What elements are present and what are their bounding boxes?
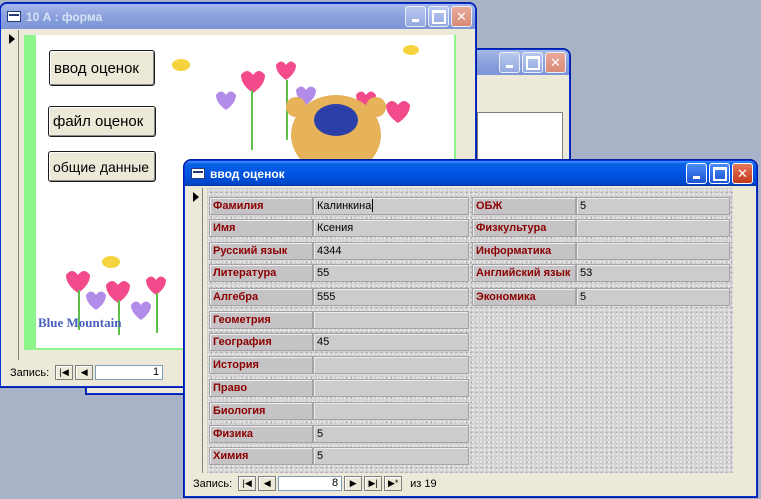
input-literature[interactable]: 55 (313, 264, 469, 282)
maximize-icon[interactable] (428, 6, 449, 27)
new-record-icon[interactable]: ▶* (384, 476, 403, 491)
record-label: Запись: (193, 477, 233, 490)
general-data-button[interactable]: общие данные (48, 151, 156, 182)
label-name: Имя (209, 219, 313, 237)
maximize-icon[interactable] (522, 52, 543, 73)
record-selector[interactable] (189, 188, 203, 473)
input-informatics[interactable] (576, 242, 730, 260)
grades-record-navigator: Запись: |◀ ◀ 8 ▶ ▶| ▶* из 19 (193, 476, 437, 491)
label-russian: Русский язык (209, 242, 313, 260)
form-window-titlebar[interactable]: 10 А : форма ✕ (1, 4, 475, 29)
input-law[interactable] (313, 379, 469, 397)
grades-entry-button[interactable]: ввод оценок (49, 50, 155, 86)
record-label: Запись: (10, 366, 50, 379)
input-history[interactable] (313, 356, 469, 374)
record-count: из 19 (410, 477, 437, 490)
form-icon (7, 11, 21, 22)
input-biology[interactable] (313, 402, 469, 420)
input-economics[interactable]: 5 (576, 288, 730, 306)
input-physics[interactable]: 5 (313, 425, 469, 443)
label-obzh: ОБЖ (472, 197, 576, 215)
label-physics: Физика (209, 425, 313, 443)
label-informatics: Информатика (472, 242, 576, 260)
close-icon[interactable]: ✕ (545, 52, 566, 73)
input-algebra[interactable]: 555 (313, 288, 469, 306)
label-chemistry: Химия (209, 447, 313, 465)
input-obzh[interactable]: 5 (576, 197, 730, 215)
label-pe: Физкультура (472, 219, 576, 237)
input-geography[interactable]: 45 (313, 333, 469, 351)
first-record-icon[interactable]: |◀ (238, 476, 257, 491)
label-geometry: Геометрия (209, 311, 313, 329)
grades-window-title: ввод оценок (210, 166, 285, 181)
next-record-icon[interactable]: ▶ (344, 476, 363, 491)
minimize-icon[interactable] (405, 6, 426, 27)
label-economics: Экономика (472, 288, 576, 306)
label-algebra: Алгебра (209, 288, 313, 306)
label-biology: Биология (209, 402, 313, 420)
prev-record-icon[interactable]: ◀ (258, 476, 277, 491)
minimize-icon[interactable] (686, 163, 707, 184)
label-law: Право (209, 379, 313, 397)
close-icon[interactable]: ✕ (451, 6, 472, 27)
prev-record-icon[interactable]: ◀ (75, 365, 94, 380)
label-literature: Литература (209, 264, 313, 282)
label-history: История (209, 356, 313, 374)
label-english: Английский язык (472, 264, 576, 282)
record-number-field[interactable]: 1 (95, 365, 164, 380)
maximize-icon[interactable] (709, 163, 730, 184)
grades-file-button[interactable]: файл оценок (48, 106, 156, 137)
input-geometry[interactable] (313, 311, 469, 329)
label-surname: Фамилия (209, 197, 313, 215)
form-icon (191, 168, 205, 179)
grades-window-titlebar[interactable]: ввод оценок ✕ (185, 161, 756, 186)
current-record-arrow-icon (9, 34, 15, 44)
form-record-navigator: Запись: |◀ ◀ 1 (10, 365, 164, 380)
input-english[interactable]: 53 (576, 264, 730, 282)
record-number-field[interactable]: 8 (278, 476, 343, 491)
current-record-arrow-icon (193, 192, 199, 202)
input-pe[interactable] (576, 219, 730, 237)
picture-caption: Blue Mountain (38, 315, 122, 330)
input-surname[interactable]: Калинкина (313, 197, 469, 215)
input-chemistry[interactable]: 5 (313, 447, 469, 465)
record-selector[interactable] (5, 30, 19, 360)
label-geography: География (209, 333, 313, 351)
close-icon[interactable]: ✕ (732, 163, 753, 184)
input-name[interactable]: Ксения (313, 219, 469, 237)
text-cursor (372, 199, 373, 212)
first-record-icon[interactable]: |◀ (55, 365, 74, 380)
input-russian[interactable]: 4344 (313, 242, 469, 260)
form-window-title: 10 А : форма (26, 9, 103, 24)
minimize-icon[interactable] (499, 52, 520, 73)
last-record-icon[interactable]: ▶| (364, 476, 383, 491)
